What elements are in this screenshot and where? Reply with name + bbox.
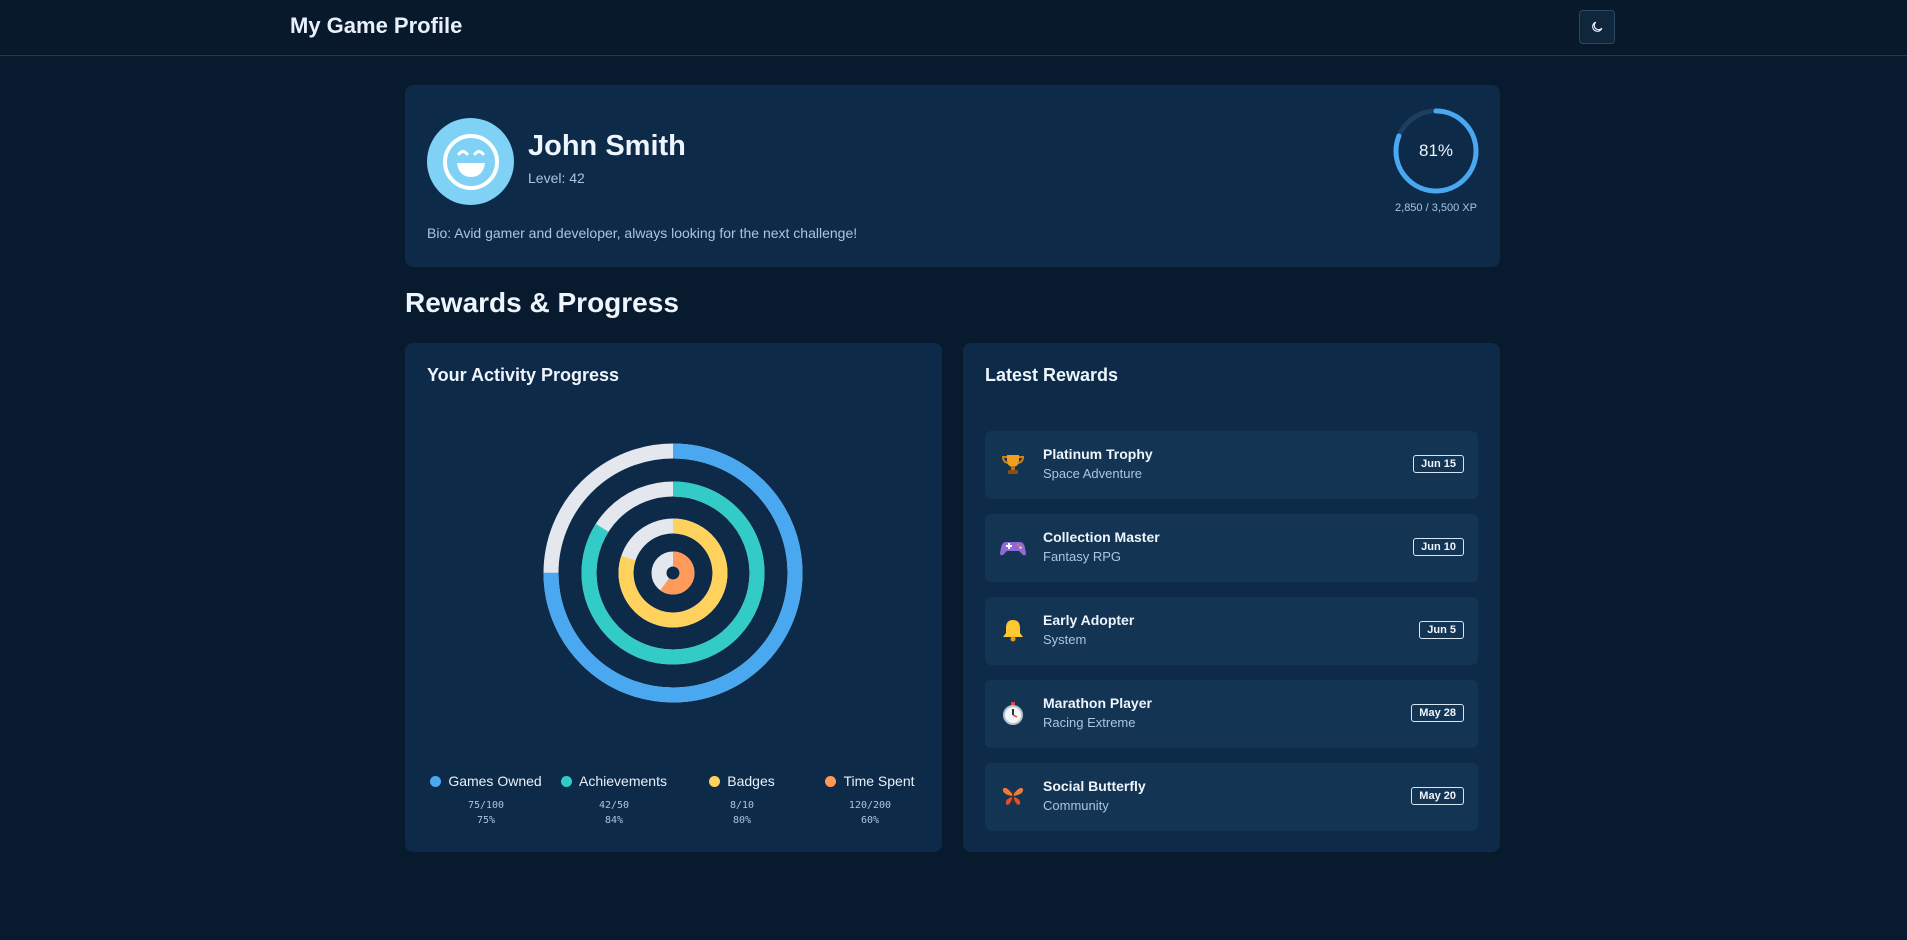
legend-fraction: 120/200 (848, 800, 892, 811)
legend-fraction: 75/100 (467, 800, 505, 811)
legend-label: Badges (727, 773, 775, 789)
legend-badges: Badges 8/10 80% (677, 773, 807, 828)
profile-bio: Bio: Avid gamer and developer, always lo… (427, 225, 858, 241)
legend-dot (709, 775, 721, 787)
activity-ring-chart (543, 443, 803, 703)
reward-item-marathon-player[interactable]: Marathon Player Racing Extreme May 28 (985, 680, 1478, 748)
reward-game: System (1043, 632, 1087, 647)
legend-percent: 84% (604, 815, 624, 826)
legend-label: Time Spent (843, 773, 915, 789)
top-bar: My Game Profile (0, 0, 1907, 56)
legend-percent: 60% (860, 815, 880, 826)
rewards-card-title: Latest Rewards (985, 365, 1119, 385)
legend-label: Games Owned (448, 773, 542, 789)
stopwatch-icon (999, 700, 1027, 728)
gamepad-icon (999, 534, 1027, 562)
xp-percent: 81% (1418, 141, 1454, 160)
reward-date-badge: Jun 15 (1413, 455, 1464, 473)
reward-date-badge: May 28 (1411, 704, 1464, 722)
profile-card: John Smith Level: 42 Bio: Avid gamer and… (405, 85, 1500, 267)
xp-text: 2,850 / 3,500 XP (1395, 202, 1477, 214)
activity-progress-card: Your Activity Progress Games Owned 75/10… (405, 343, 942, 852)
legend-achievements: Achievements 42/50 84% (549, 773, 679, 828)
reward-game: Racing Extreme (1043, 715, 1136, 730)
reward-item-platinum-trophy[interactable]: Platinum Trophy Space Adventure Jun 15 (985, 431, 1478, 499)
legend-label: Achievements (579, 773, 667, 789)
latest-rewards-card: Latest Rewards Platinum Trophy Space Adv… (963, 343, 1500, 852)
reward-name: Social Butterfly (1043, 778, 1146, 794)
legend-dot (825, 775, 837, 787)
profile-name: John Smith (528, 130, 686, 162)
profile-level: Level: 42 (528, 170, 585, 186)
reward-name: Platinum Trophy (1043, 446, 1153, 462)
avatar (427, 118, 514, 205)
legend-percent: 80% (732, 815, 752, 826)
trophy-icon (999, 451, 1027, 479)
legend-fraction: 8/10 (729, 800, 755, 811)
reward-date-badge: May 20 (1411, 787, 1464, 805)
legend-percent: 75% (476, 815, 496, 826)
bell-icon (999, 617, 1027, 645)
reward-date-badge: Jun 5 (1419, 621, 1464, 639)
section-title: Rewards & Progress (405, 287, 679, 318)
legend-time-spent: Time Spent 120/200 60% (805, 773, 935, 828)
legend-games-owned: Games Owned 75/100 75% (421, 773, 551, 828)
app-title: My Game Profile (290, 13, 463, 38)
activity-card-title: Your Activity Progress (427, 365, 620, 385)
reward-item-social-butterfly[interactable]: Social Butterfly Community May 20 (985, 763, 1478, 831)
reward-name: Early Adopter (1043, 612, 1135, 628)
reward-item-early-adopter[interactable]: Early Adopter System Jun 5 (985, 597, 1478, 665)
moon-icon (1592, 21, 1603, 32)
reward-date-badge: Jun 10 (1413, 538, 1464, 556)
smiley-face-icon (442, 133, 499, 190)
reward-item-collection-master[interactable]: Collection Master Fantasy RPG Jun 10 (985, 514, 1478, 582)
butterfly-icon (999, 783, 1027, 811)
theme-toggle-button[interactable] (1579, 10, 1615, 44)
reward-name: Collection Master (1043, 529, 1160, 545)
legend-dot (561, 775, 573, 787)
legend-fraction: 42/50 (598, 800, 630, 811)
legend-dot (430, 775, 442, 787)
reward-game: Fantasy RPG (1043, 549, 1122, 564)
reward-name: Marathon Player (1043, 695, 1152, 711)
reward-game: Space Adventure (1043, 466, 1143, 481)
reward-game: Community (1043, 798, 1109, 813)
